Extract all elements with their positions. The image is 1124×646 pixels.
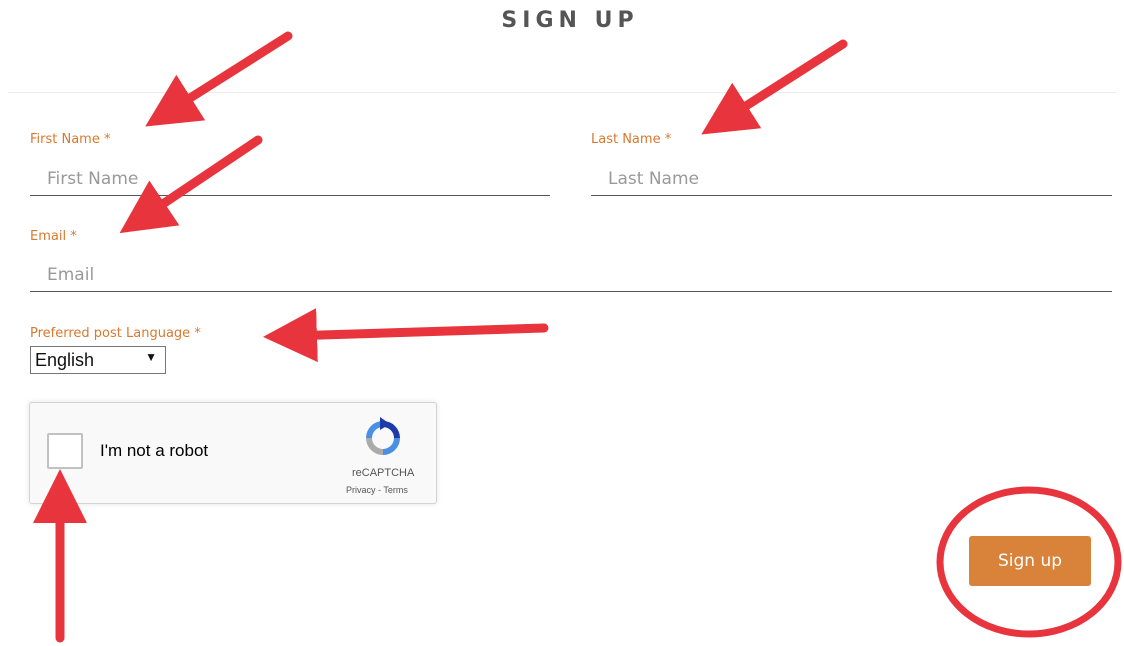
annotation-arrow (263, 308, 549, 363)
annotation-arrow (119, 135, 263, 234)
annotation-circle (936, 486, 1122, 638)
annotation-overlay (33, 31, 1122, 643)
annotation-arrow (701, 39, 848, 135)
annotation-arrow (145, 31, 293, 127)
